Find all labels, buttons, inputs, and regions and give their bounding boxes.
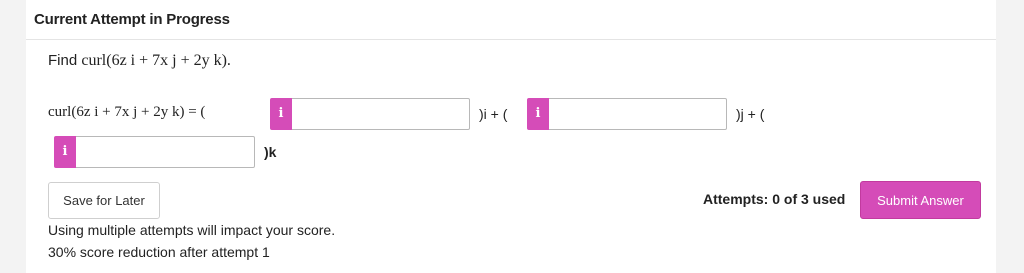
answer-input-i[interactable]	[292, 98, 470, 130]
question-text: Find curl(6z i + 7x j + 2y k).	[48, 52, 231, 70]
separator-j: )j + (	[736, 106, 765, 122]
answer-input-j[interactable]	[549, 98, 727, 130]
attempts-counter: Attempts: 0 of 3 used	[703, 191, 846, 207]
info-icon[interactable]: i	[270, 98, 292, 130]
equation-lhs: curl(6z i + 7x j + 2y k) = (	[48, 104, 206, 120]
question-prefix: Find	[48, 52, 78, 69]
attempt-header: Current Attempt in Progress	[34, 11, 230, 28]
page: Current Attempt in Progress Find curl(6z…	[0, 0, 1024, 273]
attempts-warning: Using multiple attempts will impact your…	[48, 222, 336, 238]
score-reduction-note: 30% score reduction after attempt 1	[48, 244, 270, 260]
info-icon[interactable]: i	[54, 136, 76, 168]
header-divider	[26, 39, 996, 40]
save-for-later-button[interactable]: Save for Later	[48, 182, 160, 219]
info-icon[interactable]: i	[527, 98, 549, 130]
submit-answer-button[interactable]: Submit Answer	[860, 181, 981, 219]
separator-k: )k	[264, 144, 277, 160]
question-expression: curl(6z i + 7x j + 2y k).	[81, 52, 231, 69]
answer-input-k[interactable]	[76, 136, 255, 168]
separator-i: )i + (	[479, 106, 508, 122]
